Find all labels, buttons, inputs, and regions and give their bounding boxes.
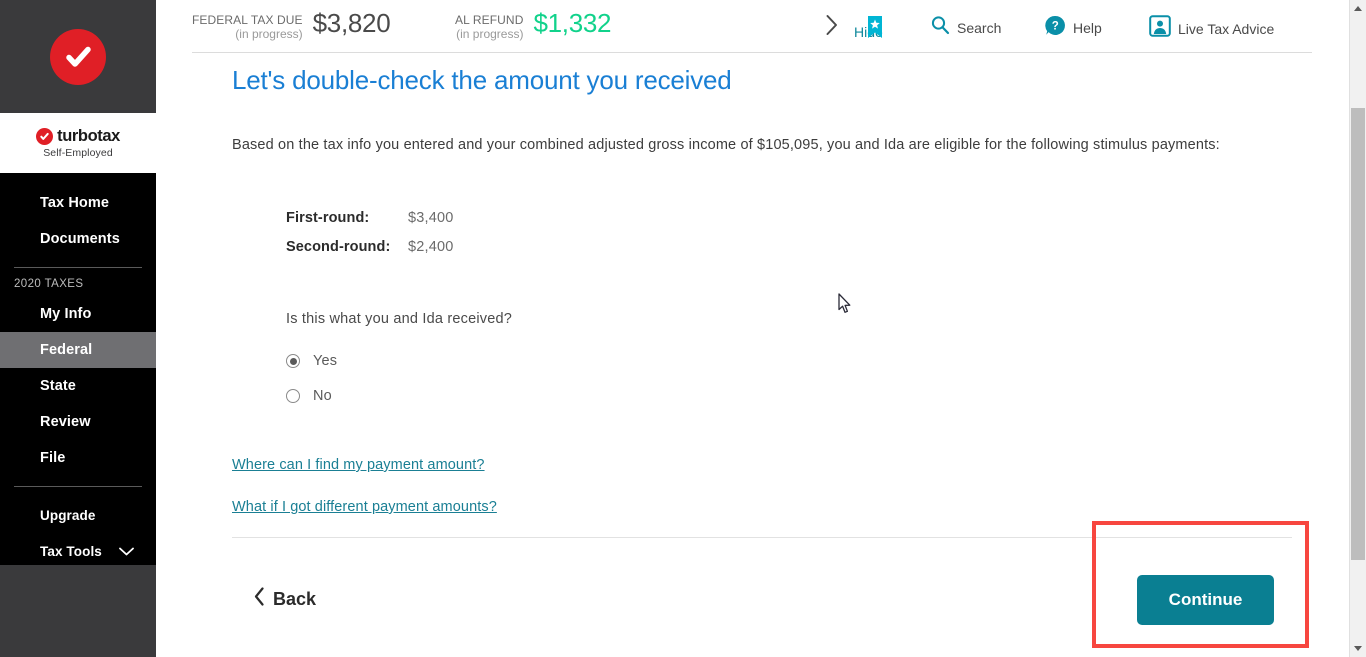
sidebar-item-label: Documents — [40, 231, 120, 247]
sidebar-item-review[interactable]: Review — [0, 404, 156, 440]
footer-divider — [232, 537, 1292, 538]
different-payment-amounts-link[interactable]: What if I got different payment amounts? — [232, 499, 497, 515]
sidebar-item-label: Upgrade — [40, 507, 96, 523]
federal-tax-amount: $3,820 — [312, 8, 391, 38]
federal-tax-caption: FEDERAL TAX DUE — [192, 13, 303, 27]
svg-text:?: ? — [1052, 20, 1059, 32]
sidebar-item-label: My Info — [40, 306, 92, 322]
sidebar-item-label: Review — [40, 414, 91, 430]
state-refund-status: (in progress) — [456, 27, 524, 41]
sidebar-item-federal[interactable]: Federal — [0, 332, 156, 368]
federal-tax-status: (in progress) — [235, 27, 303, 41]
bookmark-star-icon[interactable] — [865, 15, 885, 39]
state-refund-amount: $1,332 — [533, 8, 612, 38]
sidebar-item-file[interactable]: File — [0, 440, 156, 476]
sidebar-item-state[interactable]: State — [0, 368, 156, 404]
help-label: Help — [1073, 20, 1102, 36]
back-button[interactable]: Back — [254, 587, 316, 611]
sidebar-item-label: Tax Tools — [40, 543, 102, 559]
scrollbar-thumb[interactable] — [1351, 108, 1365, 560]
live-tax-advice-label: Live Tax Advice — [1178, 20, 1275, 37]
sidebar-divider-bottom — [14, 486, 142, 487]
radio-yes-icon[interactable] — [286, 354, 300, 368]
sidebar-section-label: 2020 TAXES — [14, 278, 84, 290]
amount-row: Second-round: $2,400 — [286, 239, 454, 255]
brand-logo: turbotax Self-Employed — [0, 113, 156, 173]
first-round-value: $3,400 — [408, 210, 454, 226]
stimulus-amounts-list: First-round: $3,400 Second-round: $2,400 — [286, 210, 454, 268]
search-button[interactable]: Search — [930, 15, 1001, 40]
sidebar-item-upgrade[interactable]: Upgrade — [0, 497, 156, 533]
intro-paragraph: Based on the tax info you entered and yo… — [232, 137, 1220, 153]
red-check-circle-icon — [50, 28, 106, 85]
second-round-value: $2,400 — [408, 239, 454, 255]
continue-button[interactable]: Continue — [1137, 575, 1274, 625]
brand-name: turbotax — [57, 127, 120, 145]
live-advisor-icon — [1149, 15, 1171, 42]
vertical-scrollbar[interactable] — [1349, 0, 1366, 657]
radio-no-label: No — [313, 388, 332, 404]
live-tax-advice-button[interactable]: Live Tax Advice — [1149, 15, 1274, 42]
turbotax-check-icon — [36, 128, 54, 145]
find-payment-amount-link[interactable]: Where can I find my payment amount? — [232, 457, 485, 473]
sidebar-item-documents[interactable]: Documents — [0, 221, 156, 257]
chevron-down-icon — [119, 544, 134, 559]
chevron-right-icon[interactable] — [825, 14, 839, 41]
confirmation-question: Is this what you and Ida received? — [286, 311, 513, 327]
sidebar-item-my-info[interactable]: My Info — [0, 296, 156, 332]
help-question-icon: ? — [1045, 15, 1066, 41]
sidebar-footer-space — [0, 565, 156, 657]
scroll-up-arrow-icon[interactable] — [1350, 0, 1366, 17]
app-root: turbotax Self-Employed Tax Home Document… — [0, 0, 1366, 657]
top-header: FEDERAL TAX DUE (in progress) $3,820 AL … — [156, 0, 1349, 53]
state-refund-summary[interactable]: AL REFUND (in progress) $1,332 — [455, 8, 612, 41]
sidebar-logo-header — [0, 0, 156, 113]
search-icon — [930, 15, 950, 40]
page-title: Let's double-check the amount you receiv… — [232, 65, 732, 95]
sidebar-divider-top — [14, 267, 142, 268]
federal-tax-summary[interactable]: FEDERAL TAX DUE (in progress) $3,820 — [192, 8, 391, 41]
amount-row: First-round: $3,400 — [286, 210, 454, 226]
sidebar-item-label: Federal — [40, 342, 93, 358]
chevron-left-icon — [254, 587, 265, 611]
first-round-label: First-round: — [286, 210, 370, 226]
help-button[interactable]: ? Help — [1045, 15, 1102, 41]
brand-edition: Self-Employed — [43, 147, 113, 159]
radio-option-yes[interactable]: Yes — [286, 353, 337, 369]
back-label: Back — [273, 588, 317, 609]
sidebar-item-tax-tools[interactable]: Tax Tools — [0, 533, 156, 569]
main-content: Let's double-check the amount you receiv… — [156, 53, 1349, 657]
sidebar-nav: Tax Home Documents 2020 TAXES My Info Fe… — [0, 173, 156, 565]
scroll-down-arrow-icon[interactable] — [1350, 640, 1366, 657]
radio-option-no[interactable]: No — [286, 388, 332, 404]
sidebar: turbotax Self-Employed Tax Home Document… — [0, 0, 156, 657]
sidebar-item-tax-home[interactable]: Tax Home — [0, 185, 156, 221]
second-round-label: Second-round: — [286, 239, 391, 255]
radio-no-icon[interactable] — [286, 389, 300, 403]
radio-yes-label: Yes — [313, 353, 338, 369]
sidebar-item-label: File — [40, 450, 66, 466]
sidebar-item-label: State — [40, 378, 76, 394]
state-refund-caption: AL REFUND — [455, 13, 524, 27]
search-label: Search — [957, 19, 1002, 36]
sidebar-item-label: Tax Home — [40, 195, 110, 211]
